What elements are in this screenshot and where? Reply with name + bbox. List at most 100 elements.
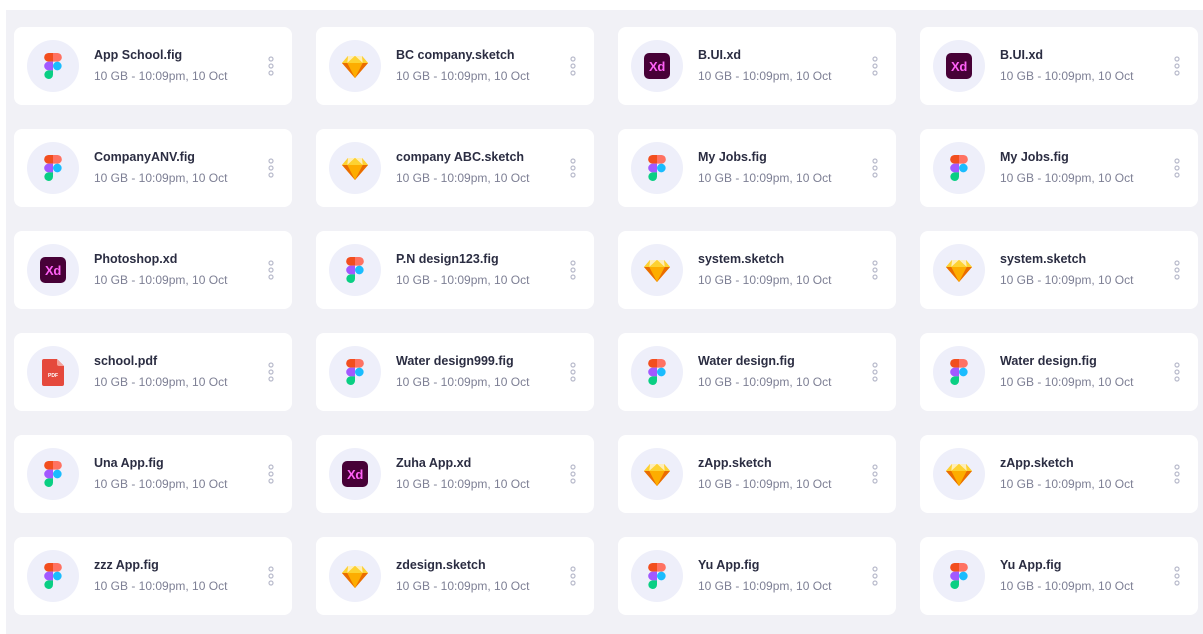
more-options-icon[interactable] bbox=[870, 155, 880, 181]
file-meta: 10 GB - 10:09pm, 10 Oct bbox=[94, 273, 228, 287]
file-type-icon-container bbox=[329, 40, 381, 92]
file-card[interactable]: Xd B.UI.xd 10 GB - 10:09pm, 10 Oct bbox=[920, 27, 1198, 105]
file-card[interactable]: Una App.fig 10 GB - 10:09pm, 10 Oct bbox=[14, 435, 292, 513]
more-options-icon[interactable] bbox=[568, 563, 578, 589]
figma-icon bbox=[950, 155, 968, 181]
sketch-icon bbox=[644, 259, 670, 282]
file-card[interactable]: zApp.sketch 10 GB - 10:09pm, 10 Oct bbox=[618, 435, 896, 513]
more-options-icon[interactable] bbox=[266, 257, 276, 283]
file-type-icon-container bbox=[933, 244, 985, 296]
file-card[interactable]: App School.fig 10 GB - 10:09pm, 10 Oct bbox=[14, 27, 292, 105]
file-card[interactable]: system.sketch 10 GB - 10:09pm, 10 Oct bbox=[920, 231, 1198, 309]
xd-icon: Xd bbox=[644, 53, 670, 79]
file-card[interactable]: zdesign.sketch 10 GB - 10:09pm, 10 Oct bbox=[316, 537, 594, 615]
file-meta: 10 GB - 10:09pm, 10 Oct bbox=[396, 171, 530, 185]
more-options-icon[interactable] bbox=[568, 155, 578, 181]
file-name: Una App.fig bbox=[94, 456, 164, 470]
more-options-icon[interactable] bbox=[1172, 359, 1182, 385]
file-name: Water design999.fig bbox=[396, 354, 514, 368]
file-card[interactable]: Yu App.fig 10 GB - 10:09pm, 10 Oct bbox=[920, 537, 1198, 615]
more-options-icon[interactable] bbox=[870, 53, 880, 79]
more-options-icon[interactable] bbox=[870, 461, 880, 487]
file-type-icon-container bbox=[27, 40, 79, 92]
file-card[interactable]: P.N design123.fig 10 GB - 10:09pm, 10 Oct bbox=[316, 231, 594, 309]
file-name: CompanyANV.fig bbox=[94, 150, 195, 164]
file-card[interactable]: zzz App.fig 10 GB - 10:09pm, 10 Oct bbox=[14, 537, 292, 615]
file-card[interactable]: Water design999.fig 10 GB - 10:09pm, 10 O… bbox=[316, 333, 594, 411]
sketch-icon bbox=[342, 565, 368, 588]
more-options-icon[interactable] bbox=[870, 257, 880, 283]
file-type-icon-container: PDF bbox=[27, 346, 79, 398]
more-options-icon[interactable] bbox=[266, 461, 276, 487]
file-type-icon-container bbox=[933, 448, 985, 500]
vertical-dots-icon bbox=[1174, 362, 1180, 382]
file-type-icon-container bbox=[329, 244, 381, 296]
file-name: company ABC.sketch bbox=[396, 150, 525, 164]
file-card[interactable]: CompanyANV.fig 10 GB - 10:09pm, 10 Oct bbox=[14, 129, 292, 207]
file-type-icon-container: Xd bbox=[329, 448, 381, 500]
file-card[interactable]: Xd Zuha App.xd 10 GB - 10:09pm, 10 Oct bbox=[316, 435, 594, 513]
file-card[interactable]: My Jobs.fig 10 GB - 10:09pm, 10 Oct bbox=[618, 129, 896, 207]
file-card[interactable]: Water design.fig 10 GB - 10:09pm, 10 Oct bbox=[920, 333, 1198, 411]
more-options-icon[interactable] bbox=[1172, 53, 1182, 79]
file-type-icon-container bbox=[27, 550, 79, 602]
more-options-icon[interactable] bbox=[266, 53, 276, 79]
more-options-icon[interactable] bbox=[1172, 155, 1182, 181]
file-card[interactable]: Xd Photoshop.xd 10 GB - 10:09pm, 10 Oct bbox=[14, 231, 292, 309]
sketch-icon bbox=[644, 463, 670, 486]
file-meta: 10 GB - 10:09pm, 10 Oct bbox=[94, 171, 228, 185]
file-card[interactable]: PDF school.pdf 10 GB - 10:09pm, 10 Oct bbox=[14, 333, 292, 411]
file-card[interactable]: BC company.sketch 10 GB - 10:09pm, 10 Oct bbox=[316, 27, 594, 105]
file-type-icon-container bbox=[329, 346, 381, 398]
vertical-dots-icon bbox=[1174, 260, 1180, 280]
more-options-icon[interactable] bbox=[870, 563, 880, 589]
file-name: zApp.sketch bbox=[1000, 456, 1074, 470]
more-options-icon[interactable] bbox=[568, 257, 578, 283]
file-meta: 10 GB - 10:09pm, 10 Oct bbox=[396, 273, 530, 287]
file-card[interactable]: company ABC.sketch 10 GB - 10:09pm, 10 Oc… bbox=[316, 129, 594, 207]
more-options-icon[interactable] bbox=[568, 53, 578, 79]
more-options-icon[interactable] bbox=[266, 563, 276, 589]
xd-icon: Xd bbox=[40, 257, 66, 283]
file-card[interactable]: My Jobs.fig 10 GB - 10:09pm, 10 Oct bbox=[920, 129, 1198, 207]
vertical-dots-icon bbox=[268, 362, 274, 382]
file-type-icon-container bbox=[631, 142, 683, 194]
file-name: Photoshop.xd bbox=[94, 252, 178, 266]
vertical-dots-icon bbox=[570, 56, 576, 76]
pdf-icon-label: PDF bbox=[48, 373, 58, 379]
more-options-icon[interactable] bbox=[568, 461, 578, 487]
more-options-icon[interactable] bbox=[1172, 257, 1182, 283]
sketch-icon bbox=[342, 157, 368, 180]
more-options-icon[interactable] bbox=[266, 359, 276, 385]
file-type-icon-container bbox=[631, 244, 683, 296]
file-meta: 10 GB - 10:09pm, 10 Oct bbox=[1000, 579, 1134, 593]
file-meta: 10 GB - 10:09pm, 10 Oct bbox=[1000, 69, 1134, 83]
file-card[interactable]: Xd B.UI.xd 10 GB - 10:09pm, 10 Oct bbox=[618, 27, 896, 105]
file-type-icon-container bbox=[631, 448, 683, 500]
more-options-icon[interactable] bbox=[568, 359, 578, 385]
file-card[interactable]: Water design.fig 10 GB - 10:09pm, 10 Oct bbox=[618, 333, 896, 411]
file-meta: 10 GB - 10:09pm, 10 Oct bbox=[94, 69, 228, 83]
file-name: My Jobs.fig bbox=[698, 150, 767, 164]
more-options-icon[interactable] bbox=[266, 155, 276, 181]
file-name: Water design.fig bbox=[1000, 354, 1097, 368]
file-meta: 10 GB - 10:09pm, 10 Oct bbox=[1000, 273, 1134, 287]
file-card[interactable]: zApp.sketch 10 GB - 10:09pm, 10 Oct bbox=[920, 435, 1198, 513]
figma-icon bbox=[648, 359, 666, 385]
sketch-icon bbox=[946, 463, 972, 486]
file-card[interactable]: system.sketch 10 GB - 10:09pm, 10 Oct bbox=[618, 231, 896, 309]
figma-icon bbox=[346, 359, 364, 385]
file-meta: 10 GB - 10:09pm, 10 Oct bbox=[698, 375, 832, 389]
pdf-icon: PDF bbox=[42, 358, 64, 386]
file-meta: 10 GB - 10:09pm, 10 Oct bbox=[396, 375, 530, 389]
more-options-icon[interactable] bbox=[870, 359, 880, 385]
vertical-dots-icon bbox=[872, 566, 878, 586]
more-options-icon[interactable] bbox=[1172, 563, 1182, 589]
file-card[interactable]: Yu App.fig 10 GB - 10:09pm, 10 Oct bbox=[618, 537, 896, 615]
vertical-dots-icon bbox=[268, 260, 274, 280]
figma-icon bbox=[950, 359, 968, 385]
file-type-icon-container bbox=[933, 550, 985, 602]
vertical-dots-icon bbox=[570, 464, 576, 484]
file-name: zdesign.sketch bbox=[396, 558, 486, 572]
more-options-icon[interactable] bbox=[1172, 461, 1182, 487]
